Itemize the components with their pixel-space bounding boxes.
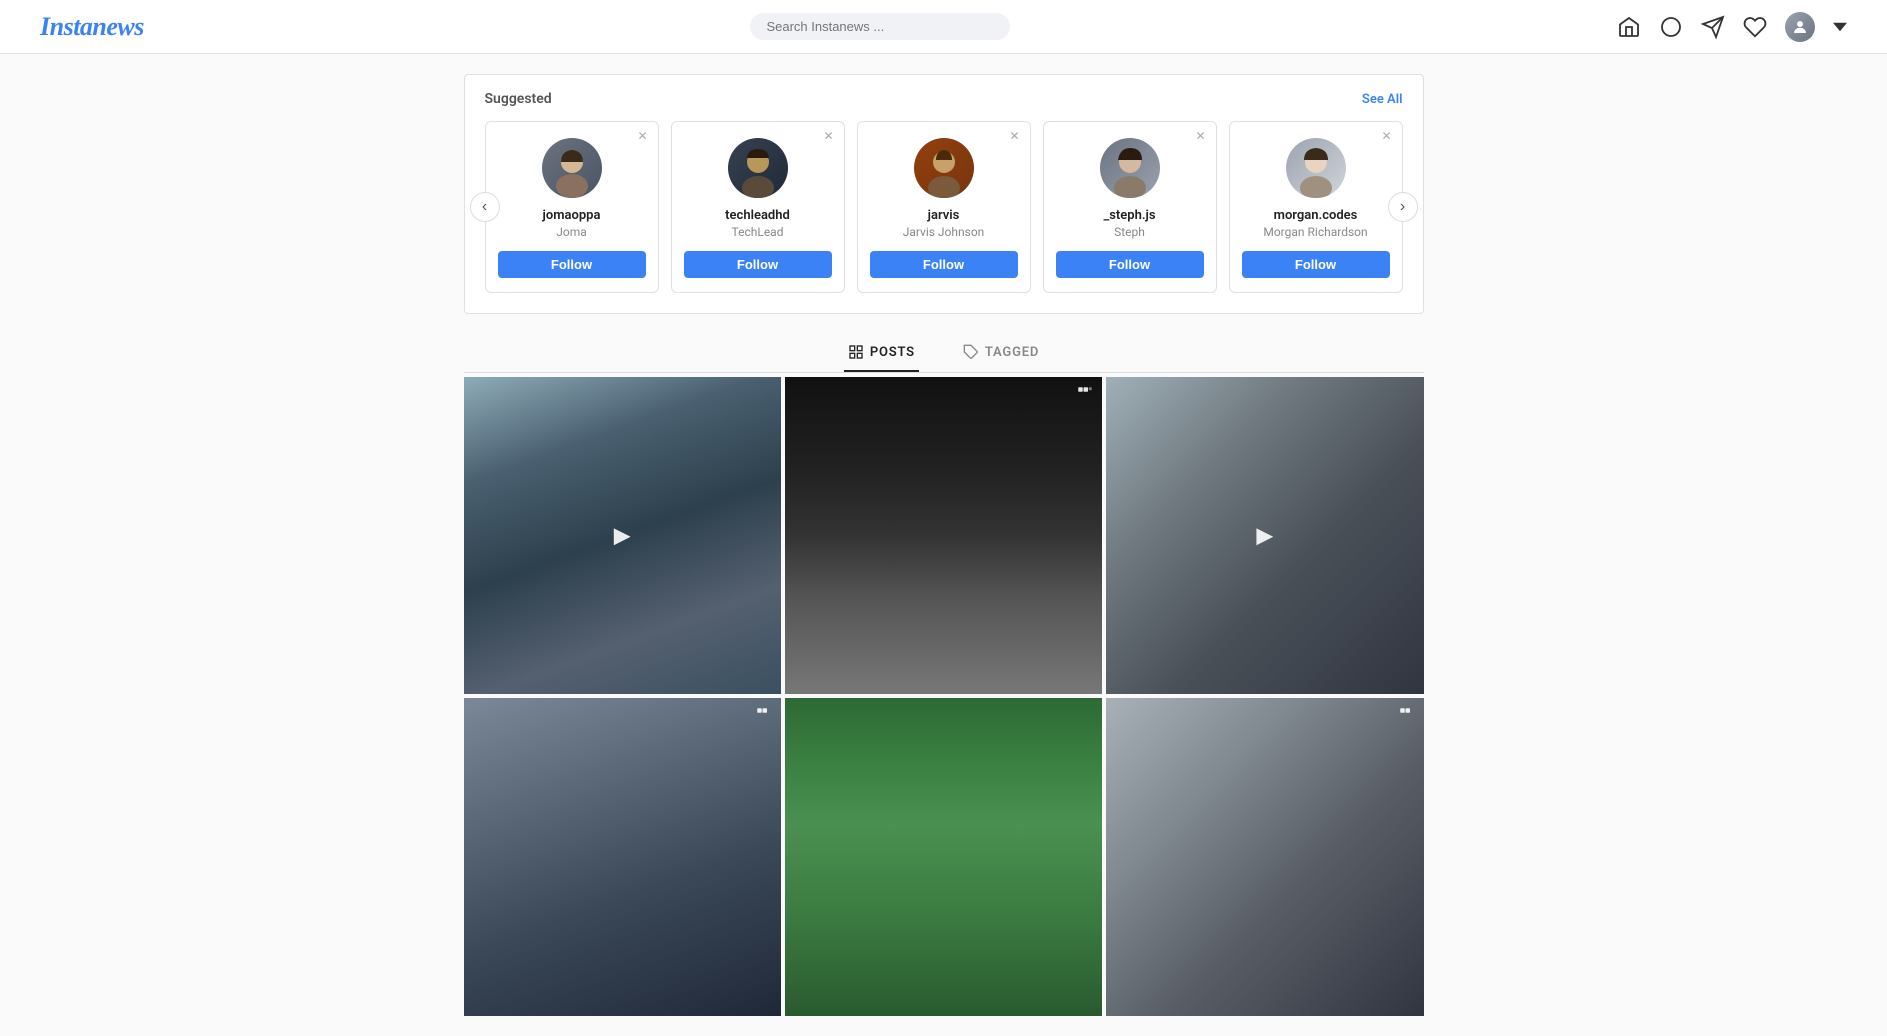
suggested-card-steph: ✕ _steph.js Steph Follow bbox=[1043, 121, 1217, 293]
close-card-jarvis[interactable]: ✕ bbox=[1009, 130, 1019, 142]
tab-tagged[interactable]: TAGGED bbox=[959, 334, 1043, 372]
photo-cell-1[interactable]: ▶ bbox=[464, 377, 781, 694]
tab-posts-label: POSTS bbox=[870, 345, 915, 360]
carousel-next-button[interactable]: › bbox=[1388, 192, 1418, 222]
close-card-jomaoppa[interactable]: ✕ bbox=[637, 130, 647, 142]
heart-icon[interactable] bbox=[1743, 15, 1767, 39]
photo-grid: ▶ ▶ bbox=[464, 377, 1424, 1016]
close-card-morgan[interactable]: ✕ bbox=[1381, 130, 1391, 142]
username-techleadhd: techleadhd bbox=[684, 208, 832, 223]
avatar-techleadhd bbox=[728, 138, 788, 198]
header: Instanews bbox=[0, 0, 1887, 54]
multi-icon-4 bbox=[755, 706, 773, 728]
displayname-morgan: Morgan Richardson bbox=[1242, 225, 1390, 239]
profile-avatar[interactable] bbox=[1785, 12, 1815, 42]
username-jarvis: jarvis bbox=[870, 208, 1018, 223]
follow-button-morgan[interactable]: Follow bbox=[1242, 251, 1390, 278]
carousel-prev-button[interactable]: ‹ bbox=[470, 192, 500, 222]
multi-icon-2 bbox=[1076, 385, 1094, 407]
play-icon-3: ▶ bbox=[1256, 523, 1273, 548]
photo-cell-4[interactable] bbox=[464, 698, 781, 1015]
photo-cell-6[interactable] bbox=[1106, 698, 1423, 1015]
suggested-card-jarvis: ✕ jarvis Jarvis Johnson Follow bbox=[857, 121, 1031, 293]
suggested-card-techleadhd: ✕ techleadhd TechLead Follow bbox=[671, 121, 845, 293]
username-jomaoppa: jomaoppa bbox=[498, 208, 646, 223]
play-icon-1: ▶ bbox=[614, 523, 631, 548]
suggested-card-jomaoppa: ✕ jomaoppa Joma Follow bbox=[485, 121, 659, 293]
follow-button-techleadhd[interactable]: Follow bbox=[684, 251, 832, 278]
avatar-steph bbox=[1100, 138, 1160, 198]
suggested-card-morgan: ✕ morgan.codes Morgan Richardson Follow bbox=[1229, 121, 1403, 293]
tab-tagged-label: TAGGED bbox=[985, 345, 1039, 360]
suggested-section: Suggested See All ‹ ✕ bbox=[464, 74, 1424, 314]
displayname-jarvis: Jarvis Johnson bbox=[870, 225, 1018, 239]
close-card-techleadhd[interactable]: ✕ bbox=[823, 130, 833, 142]
avatar-jomaoppa bbox=[542, 138, 602, 198]
posts-tabs: POSTS TAGGED bbox=[464, 334, 1424, 373]
follow-button-jomaoppa[interactable]: Follow bbox=[498, 251, 646, 278]
displayname-steph: Steph bbox=[1056, 225, 1204, 239]
tag-icon bbox=[963, 344, 979, 360]
profile-dropdown-icon[interactable] bbox=[1833, 15, 1847, 39]
close-card-steph[interactable]: ✕ bbox=[1195, 130, 1205, 142]
photo-cell-2[interactable] bbox=[785, 377, 1102, 694]
follow-button-steph[interactable]: Follow bbox=[1056, 251, 1204, 278]
logo: Instanews bbox=[40, 12, 144, 42]
home-icon[interactable] bbox=[1617, 15, 1641, 39]
multi-icon-6 bbox=[1398, 706, 1416, 728]
compass-icon[interactable] bbox=[1659, 15, 1683, 39]
displayname-jomaoppa: Joma bbox=[498, 225, 646, 239]
see-all-button[interactable]: See All bbox=[1362, 92, 1403, 107]
send-icon[interactable] bbox=[1701, 15, 1725, 39]
header-icons bbox=[1617, 12, 1847, 42]
username-steph: _steph.js bbox=[1056, 208, 1204, 223]
suggested-cards: ✕ jomaoppa Joma Follow ✕ bbox=[485, 121, 1403, 293]
displayname-techleadhd: TechLead bbox=[684, 225, 832, 239]
suggested-title: Suggested bbox=[485, 91, 552, 107]
search-bar[interactable] bbox=[750, 13, 1010, 40]
tab-posts[interactable]: POSTS bbox=[844, 334, 919, 372]
follow-button-jarvis[interactable]: Follow bbox=[870, 251, 1018, 278]
avatar-morgan bbox=[1286, 138, 1346, 198]
username-morgan: morgan.codes bbox=[1242, 208, 1390, 223]
main-content: Suggested See All ‹ ✕ bbox=[464, 54, 1424, 1036]
avatar-jarvis bbox=[914, 138, 974, 198]
search-input[interactable] bbox=[766, 19, 994, 34]
grid-icon bbox=[848, 344, 864, 360]
carousel-wrapper: ‹ ✕ jomaoppa Joma Follow bbox=[485, 121, 1403, 293]
suggested-header: Suggested See All bbox=[485, 91, 1403, 107]
photo-cell-5[interactable] bbox=[785, 698, 1102, 1015]
photo-cell-3[interactable]: ▶ bbox=[1106, 377, 1423, 694]
